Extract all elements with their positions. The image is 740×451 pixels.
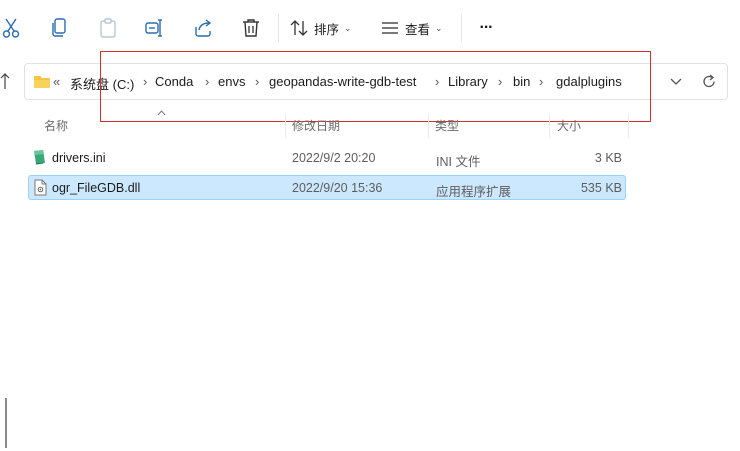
toolbar-divider [278, 14, 279, 42]
paste-icon [100, 18, 116, 38]
paste-button[interactable] [94, 12, 122, 44]
file-type: 应用程序扩展 [436, 185, 512, 199]
breadcrumb-item[interactable]: gdalplugins [556, 74, 622, 89]
trash-icon [243, 19, 259, 37]
file-row[interactable]: drivers.ini 2022/9/2 20:20 INI 文件 3 KB [28, 145, 626, 170]
refresh-icon[interactable] [702, 74, 716, 89]
column-header-name[interactable]: 名称 [44, 117, 68, 134]
file-size: 535 KB [580, 181, 622, 195]
breadcrumb-separator: › [435, 74, 440, 89]
more-options-button[interactable]: ··· [472, 12, 500, 44]
view-label: 查看 [405, 22, 431, 37]
chevron-down-icon: ⌄ [344, 22, 352, 33]
command-bar: 排序 ⌄ 查看 ⌄ ··· [0, 0, 740, 56]
column-divider[interactable] [549, 114, 550, 138]
copy-icon [52, 18, 66, 37]
scissors-icon [2, 18, 20, 38]
up-arrow-button[interactable] [0, 72, 10, 93]
breadcrumb-item[interactable]: Conda [155, 74, 193, 89]
breadcrumb-overflow[interactable]: « [53, 74, 60, 89]
breadcrumb-separator: › [539, 74, 544, 89]
folder-icon [34, 76, 50, 88]
column-header-modified[interactable]: 修改日期 [292, 117, 340, 134]
breadcrumb-separator: › [498, 74, 503, 89]
arrow-up-icon [0, 73, 10, 89]
file-size: 3 KB [594, 151, 622, 165]
file-row-selected[interactable]: ogr_FileGDB.dll 2022/9/20 15:36 应用程序扩展 5… [28, 175, 626, 200]
chevron-down-icon[interactable] [670, 78, 682, 86]
breadcrumb-item[interactable]: 系统盘 (C:) [70, 74, 134, 93]
column-header-type[interactable]: 类型 [435, 117, 459, 134]
share-button[interactable] [189, 12, 217, 44]
breadcrumb-item[interactable]: envs [218, 74, 245, 89]
delete-button[interactable] [237, 12, 265, 44]
sort-label: 排序 [314, 22, 340, 37]
cut-button[interactable] [0, 12, 22, 44]
view-list-icon [382, 22, 398, 34]
dll-file-icon [34, 179, 47, 196]
breadcrumb-separator: › [205, 74, 210, 89]
view-button[interactable]: 查看 ⌄ [381, 12, 451, 44]
settings-file-icon [34, 150, 45, 165]
breadcrumb-separator: › [255, 74, 260, 89]
rename-icon [145, 19, 162, 37]
column-divider[interactable] [428, 114, 429, 138]
address-bar[interactable]: « 系统盘 (C:) › Conda › envs › geopandas-wr… [24, 63, 728, 100]
column-divider[interactable] [285, 114, 286, 138]
share-icon [195, 19, 212, 37]
sort-icon [290, 20, 308, 36]
file-name: ogr_FileGDB.dll [52, 181, 141, 195]
column-divider[interactable] [628, 114, 629, 138]
file-modified: 2022/9/2 20:20 [292, 151, 376, 165]
copy-button[interactable] [46, 12, 74, 44]
breadcrumb-item[interactable]: Library [448, 74, 488, 89]
breadcrumb-separator: › [143, 74, 148, 89]
file-name: drivers.ini [52, 151, 106, 165]
breadcrumb-item[interactable]: geopandas-write-gdb-test [269, 74, 416, 89]
sort-ascending-icon [157, 110, 166, 116]
scrollbar[interactable] [5, 398, 7, 448]
rename-button[interactable] [141, 12, 169, 44]
file-type: INI 文件 [436, 155, 481, 169]
file-modified: 2022/9/20 15:36 [292, 181, 383, 195]
more-icon: ··· [479, 19, 494, 36]
toolbar-divider [461, 14, 462, 42]
sort-button[interactable]: 排序 ⌄ [290, 12, 360, 44]
chevron-down-icon: ⌄ [435, 22, 443, 33]
breadcrumb-item[interactable]: bin [513, 74, 530, 89]
column-header-size[interactable]: 大小 [557, 117, 581, 134]
